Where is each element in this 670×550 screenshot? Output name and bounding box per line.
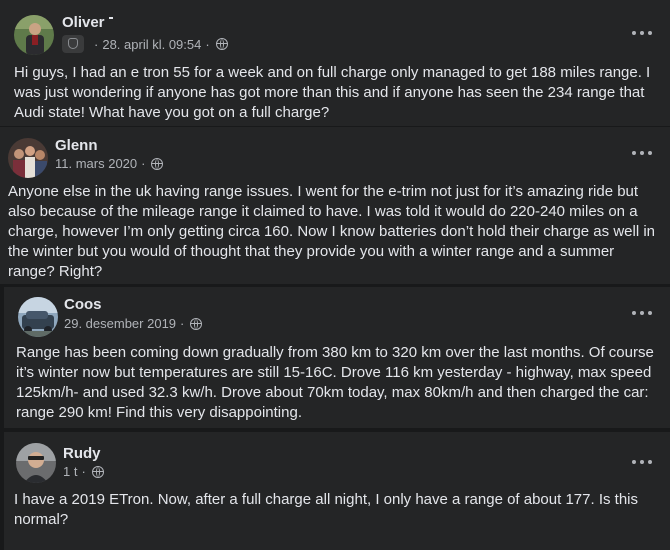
post-card: Rudy 1 t · I have a 2019 ETron. Now, aft… <box>4 432 670 550</box>
avatar[interactable] <box>18 297 58 337</box>
avatar[interactable] <box>14 15 54 55</box>
post-meta: 1 t · <box>63 464 104 479</box>
author-name[interactable]: Glenn <box>55 137 98 154</box>
comment-feed: Oliver · 28. april kl. 09:54 · Hi guys, … <box>0 0 670 550</box>
post-meta: 29. desember 2019 · <box>64 316 203 331</box>
more-options-icon[interactable] <box>632 309 652 317</box>
separator: · <box>180 316 185 331</box>
badge-icon[interactable] <box>62 35 84 53</box>
globe-icon <box>190 317 203 330</box>
post-meta: · 28. april kl. 09:54 · <box>62 35 228 53</box>
more-options-icon[interactable] <box>632 29 652 37</box>
post-body: Hi guys, I had an e tron 55 for a week a… <box>14 64 651 121</box>
post-card: Glenn 11. mars 2020 · Anyone else in the… <box>0 127 670 284</box>
post-timestamp[interactable]: 29. desember 2019 <box>64 316 176 331</box>
separator: · <box>141 156 146 171</box>
author-name[interactable]: Coos <box>64 296 102 313</box>
post-card: Coos 29. desember 2019 · Range has been … <box>4 287 670 428</box>
separator: · <box>205 36 210 52</box>
more-options-icon[interactable] <box>632 149 652 157</box>
post-body: I have a 2019 ETron. Now, after a full c… <box>14 491 638 528</box>
redacted-mark <box>108 17 113 19</box>
post-body: Anyone else in the uk having range issue… <box>8 183 655 280</box>
post-timestamp[interactable]: 11. mars 2020 <box>55 156 137 171</box>
separator: · <box>81 464 86 479</box>
avatar[interactable] <box>8 138 48 178</box>
post-body: Range has been coming down gradually fro… <box>16 344 654 421</box>
post-card: Oliver · 28. april kl. 09:54 · Hi guys, … <box>0 0 670 126</box>
author-name[interactable]: Oliver <box>62 14 113 31</box>
post-timestamp[interactable]: 28. april kl. 09:54 <box>102 37 201 52</box>
globe-icon <box>91 465 104 478</box>
author-name[interactable]: Rudy <box>63 445 101 462</box>
globe-icon <box>151 157 164 170</box>
post-meta: 11. mars 2020 · <box>55 156 164 171</box>
avatar[interactable] <box>16 443 56 483</box>
separator: · <box>94 36 99 52</box>
globe-icon <box>215 38 228 50</box>
more-options-icon[interactable] <box>632 458 652 466</box>
post-timestamp[interactable]: 1 t <box>63 464 77 479</box>
